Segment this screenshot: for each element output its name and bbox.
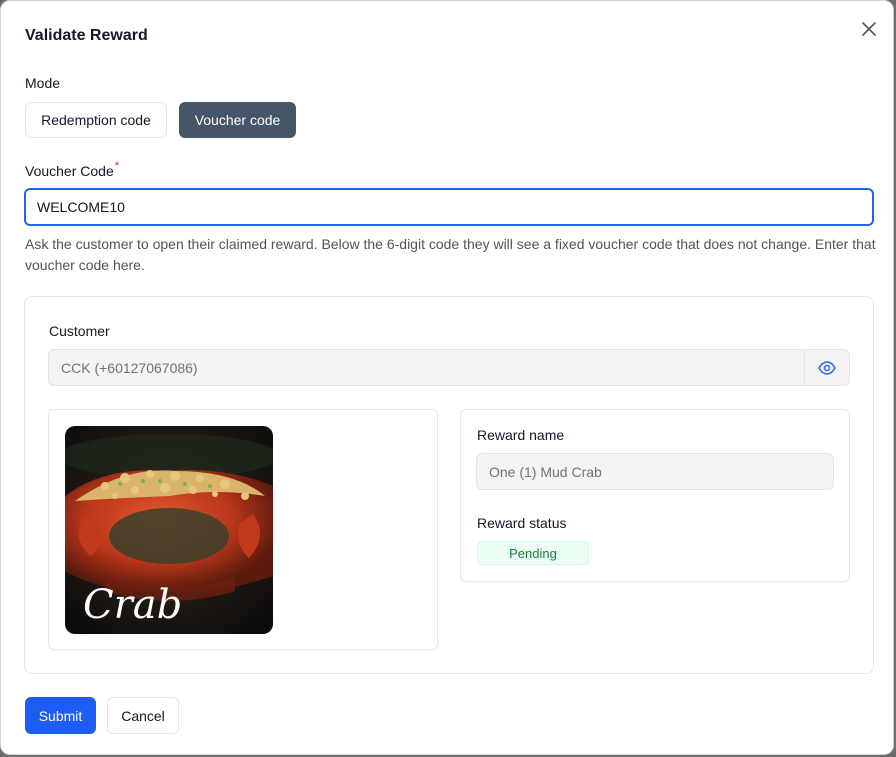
- voucher-help-text: Ask the customer to open their claimed r…: [25, 236, 876, 273]
- crab-dish-image: Crab: [65, 426, 273, 634]
- reward-name-label: Reward name: [477, 427, 565, 443]
- status-badge: Pending: [477, 541, 589, 565]
- voucher-code-label-text: Voucher Code: [25, 163, 114, 179]
- close-icon: [862, 22, 876, 36]
- voucher-code-input[interactable]: [24, 188, 874, 226]
- reward-image: Crab: [65, 426, 273, 634]
- customer-label: Customer: [49, 323, 110, 339]
- close-button[interactable]: [857, 17, 881, 41]
- reveal-customer-button[interactable]: [804, 349, 850, 386]
- mode-label: Mode: [25, 75, 61, 91]
- crab-script-text: Crab: [83, 582, 182, 628]
- reward-status-label: Reward status: [477, 515, 567, 531]
- eye-icon: [818, 360, 836, 375]
- required-marker: *: [114, 160, 120, 172]
- dialog-title: Validate Reward: [25, 27, 148, 44]
- validate-reward-dialog: Validate Reward Mode Redemption code Vou…: [0, 0, 894, 755]
- mode-redemption-code-button[interactable]: Redemption code: [25, 102, 167, 138]
- submit-button[interactable]: Submit: [25, 697, 96, 734]
- reward-name-field: One (1) Mud Crab: [476, 453, 834, 490]
- voucher-code-label: Voucher Code*: [25, 160, 120, 179]
- mode-voucher-code-button[interactable]: Voucher code: [179, 102, 296, 138]
- customer-field: CCK (+60127067086): [48, 349, 805, 386]
- cancel-button[interactable]: Cancel: [107, 697, 179, 734]
